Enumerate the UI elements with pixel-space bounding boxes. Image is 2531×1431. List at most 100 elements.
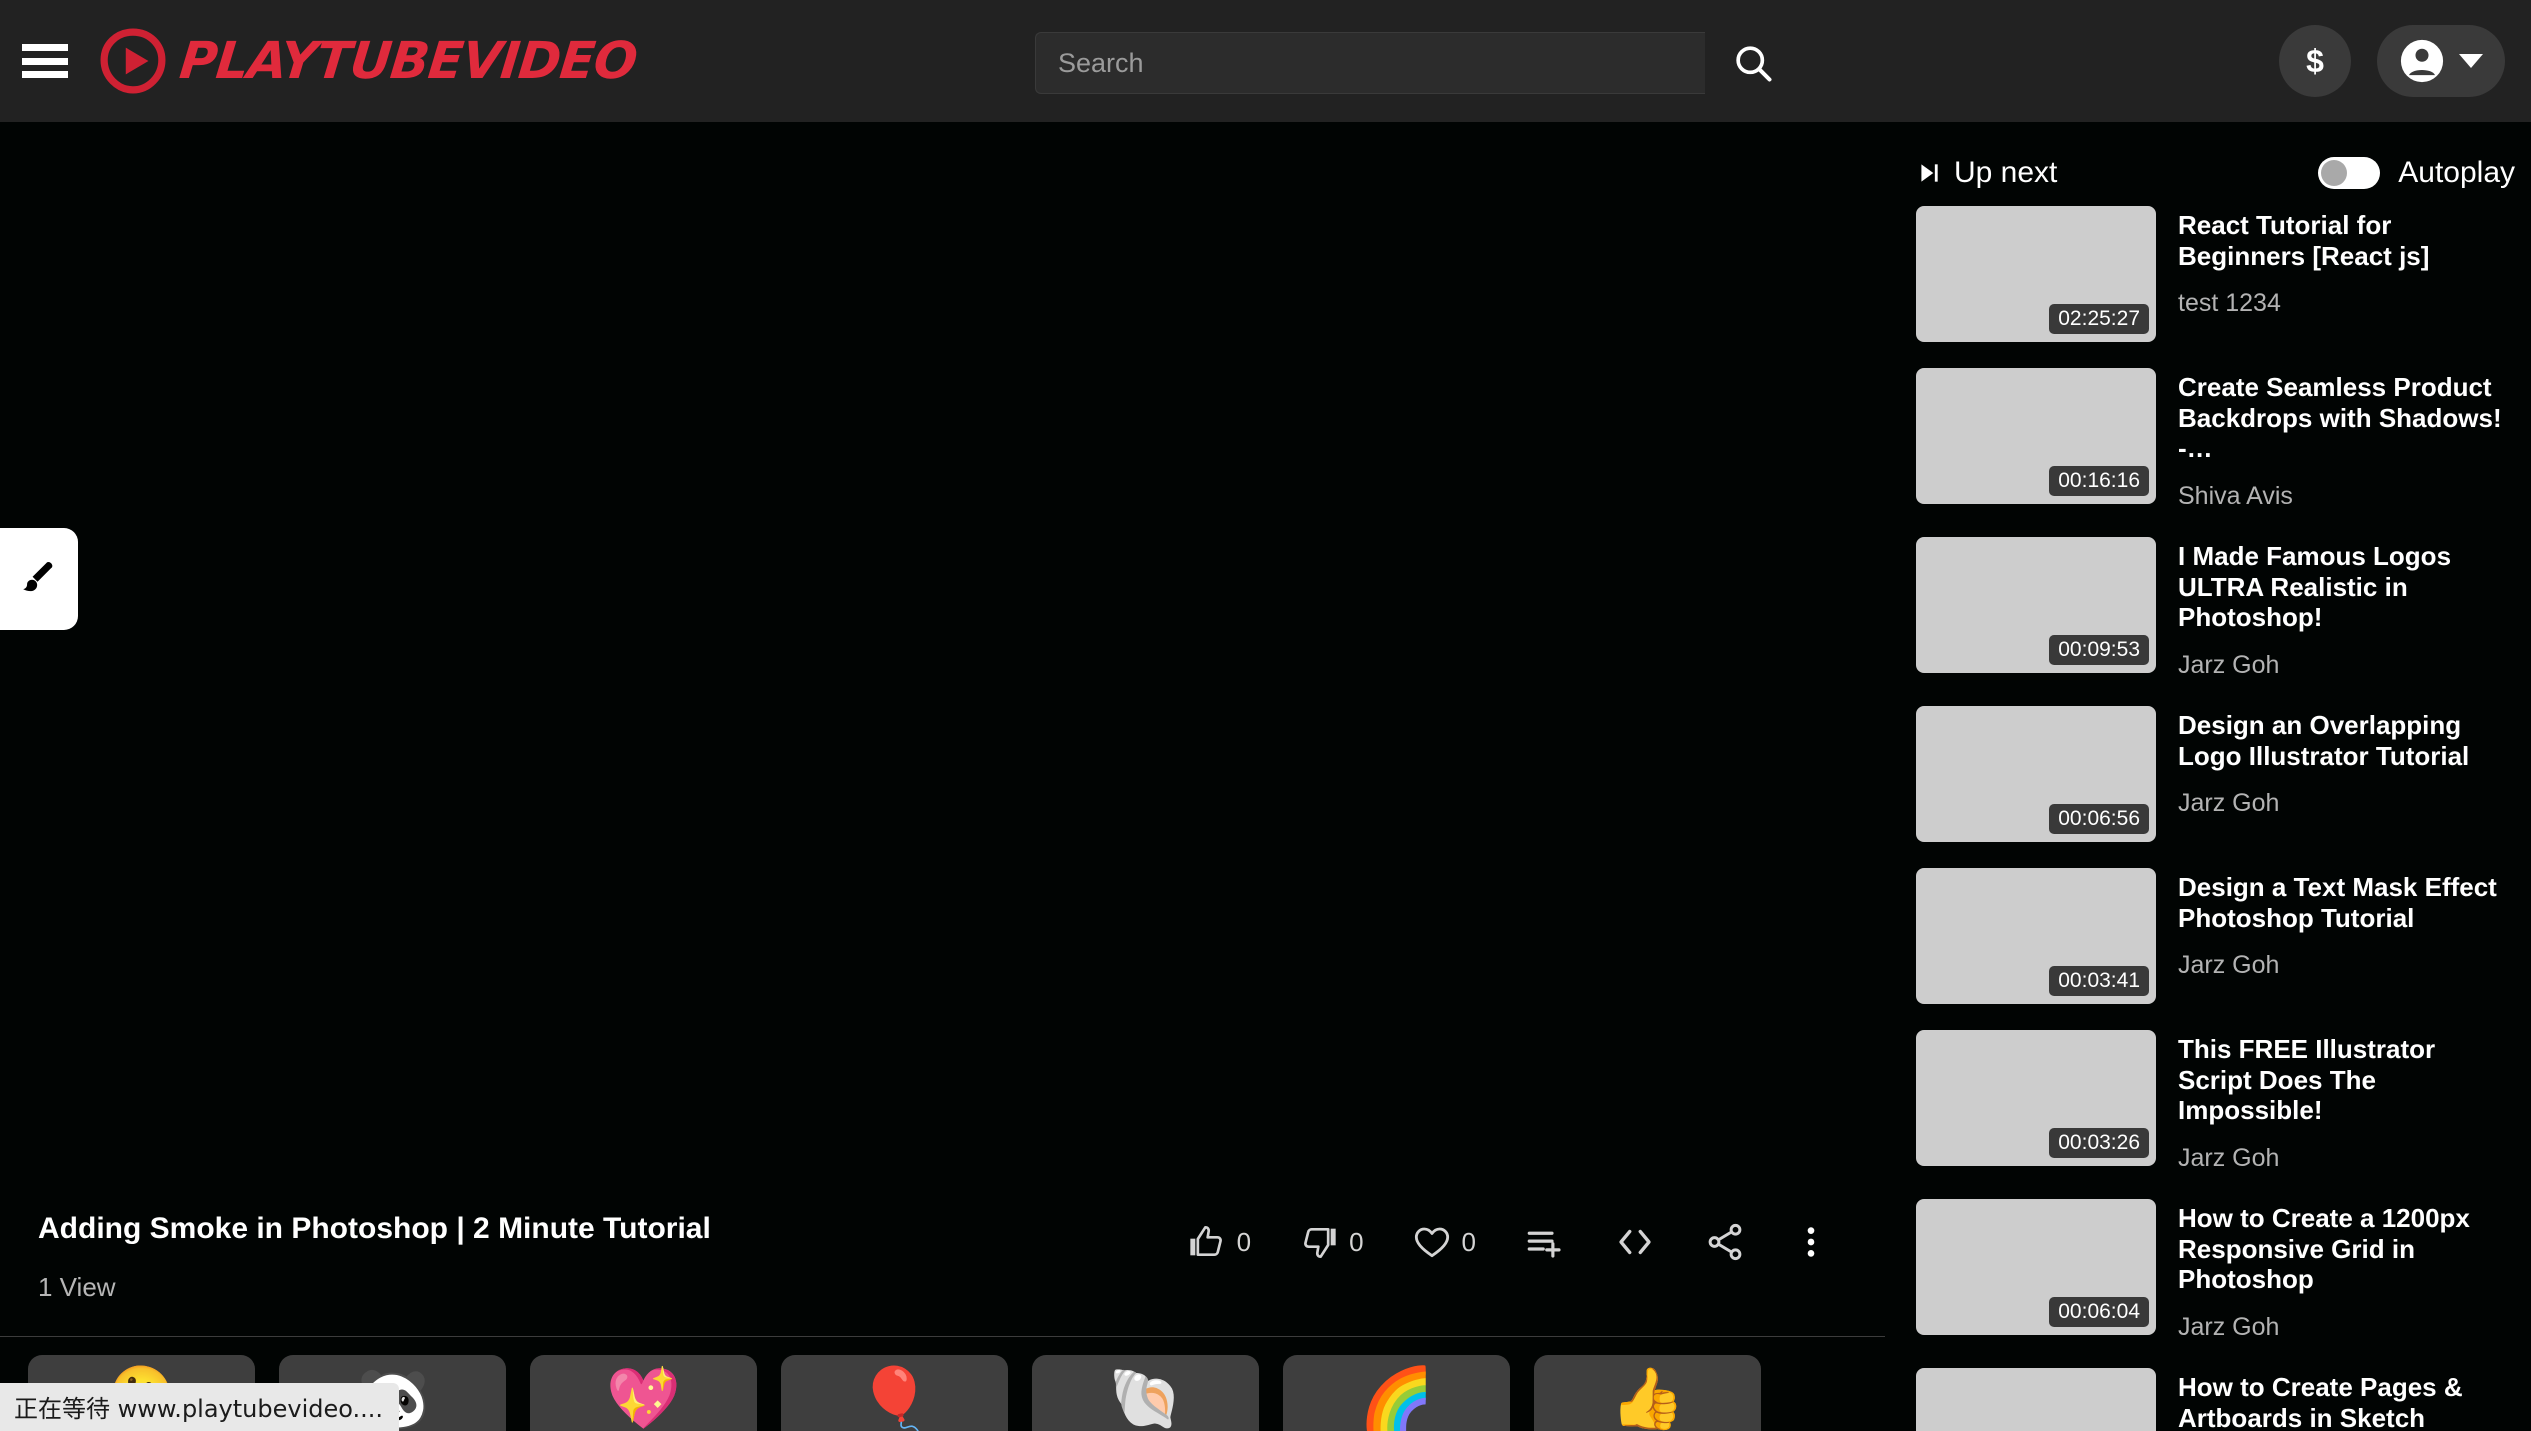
video-thumbnail[interactable]: 00:06:56 bbox=[1916, 706, 2156, 843]
code-embed-icon bbox=[1619, 1229, 1651, 1255]
favorite-count: 0 bbox=[1461, 1226, 1476, 1257]
video-thumbnail[interactable]: 00:09:53 bbox=[1916, 537, 2156, 674]
up-next-label: Up next bbox=[1954, 156, 2058, 189]
favorite-button[interactable]: 0 bbox=[1412, 1222, 1476, 1262]
list-item[interactable]: How to Create Pages & Artboards in Sketc… bbox=[1916, 1368, 2515, 1431]
video-duration: 00:09:53 bbox=[2049, 635, 2149, 666]
video-author: Jarz Goh bbox=[2178, 789, 2280, 818]
video-duration: 00:03:41 bbox=[2049, 966, 2149, 997]
dislike-count: 0 bbox=[1349, 1226, 1364, 1257]
dislike-button[interactable]: 0 bbox=[1299, 1222, 1364, 1262]
list-item[interactable]: 00:06:56 Design an Overlapping Logo Illu… bbox=[1916, 706, 2515, 843]
video-info: React Tutorial for Beginners [React js] … bbox=[2178, 206, 2515, 342]
embed-button[interactable] bbox=[1614, 1221, 1656, 1263]
wallet-button[interactable]: $ bbox=[2279, 25, 2351, 97]
sticker-heart-balloons[interactable]: 🎈 bbox=[781, 1355, 1008, 1431]
paint-brush-icon bbox=[23, 561, 53, 592]
hamburger-menu-icon[interactable] bbox=[22, 44, 68, 78]
search-bar bbox=[1035, 32, 1801, 94]
list-item[interactable]: 00:06:04 How to Create a 1200px Responsi… bbox=[1916, 1199, 2515, 1342]
search-icon bbox=[1736, 46, 1772, 82]
playlist-add-icon bbox=[1527, 1231, 1561, 1258]
sticker-be-happy[interactable]: 🌈 bbox=[1283, 1355, 1510, 1431]
more-vertical-icon bbox=[1807, 1227, 1815, 1257]
search-button[interactable] bbox=[1705, 32, 1801, 94]
account-menu-button[interactable] bbox=[2377, 25, 2505, 97]
share-icon bbox=[1708, 1223, 1742, 1261]
video-title: How to Create a 1200px Responsive Grid i… bbox=[2178, 1203, 2470, 1295]
video-info: Design an Overlapping Logo Illustrator T… bbox=[2178, 706, 2515, 842]
sidebar-header: Up next Autoplay bbox=[1916, 122, 2515, 206]
video-thumbnail[interactable]: 00:16:16 bbox=[1916, 368, 2156, 504]
autoplay-control: Autoplay bbox=[2318, 156, 2515, 190]
video-title: Create Seamless Product Backdrops with S… bbox=[2178, 372, 2502, 464]
video-duration: 02:25:27 bbox=[2049, 304, 2149, 334]
up-next-sidebar: Up next Autoplay 02:25:27 React Tutorial… bbox=[1890, 122, 2531, 1431]
video-thumbnail[interactable] bbox=[1916, 1368, 2156, 1431]
more-button[interactable] bbox=[1794, 1221, 1828, 1263]
video-duration: 00:06:56 bbox=[2049, 804, 2149, 835]
account-circle-icon bbox=[2400, 39, 2444, 83]
video-thumbnail[interactable]: 00:03:26 bbox=[1916, 1030, 2156, 1167]
sticker-thumbs-up[interactable]: 👍 bbox=[1534, 1355, 1761, 1431]
video-title: This FREE Illustrator Script Does The Im… bbox=[2178, 1034, 2436, 1126]
search-input[interactable] bbox=[1035, 32, 1705, 94]
video-view-count: 1 View bbox=[38, 1272, 116, 1302]
video-info: How to Create Pages & Artboards in Sketc… bbox=[2178, 1368, 2515, 1431]
sticker-pink-heart[interactable]: 💖 bbox=[530, 1355, 757, 1431]
share-button[interactable] bbox=[1704, 1221, 1746, 1263]
list-item[interactable]: 00:03:41 Design a Text Mask Effect Photo… bbox=[1916, 868, 2515, 1005]
video-player[interactable] bbox=[0, 122, 1890, 1179]
video-info: Design a Text Mask Effect Photoshop Tuto… bbox=[2178, 868, 2515, 1004]
video-thumbnail[interactable]: 02:25:27 bbox=[1916, 206, 2156, 342]
video-title: I Made Famous Logos ULTRA Realistic in P… bbox=[2178, 541, 2452, 633]
site-logo-text: PLAYTUBEVIDEO bbox=[176, 31, 640, 91]
like-count: 0 bbox=[1236, 1226, 1252, 1257]
theme-brush-tab[interactable] bbox=[0, 528, 78, 630]
list-item[interactable]: 02:25:27 React Tutorial for Beginners [R… bbox=[1916, 206, 2515, 342]
video-info: I Made Famous Logos ULTRA Realistic in P… bbox=[2178, 537, 2515, 680]
video-meta: Adding Smoke in Photoshop | 2 Minute Tut… bbox=[0, 1185, 1890, 1330]
play-logo-icon bbox=[100, 28, 166, 94]
browser-status-bar: 正在等待 www.playtubevideo.... bbox=[0, 1383, 400, 1431]
hamburger-bar bbox=[22, 44, 68, 51]
list-item[interactable]: 00:09:53 I Made Famous Logos ULTRA Reali… bbox=[1916, 537, 2515, 680]
heart-icon bbox=[1414, 1227, 1449, 1258]
site-logo[interactable]: PLAYTUBEVIDEO bbox=[100, 28, 639, 94]
playlist-button[interactable] bbox=[1524, 1221, 1566, 1263]
autoplay-toggle[interactable] bbox=[2318, 157, 2381, 189]
top-header: PLAYTUBEVIDEO $ bbox=[0, 0, 2531, 122]
video-title: Design an Overlapping Logo Illustrator T… bbox=[2178, 710, 2470, 771]
video-thumbnail[interactable]: 00:03:41 bbox=[1916, 868, 2156, 1005]
hamburger-bar bbox=[22, 71, 68, 78]
video-author: Jarz Goh bbox=[2178, 1144, 2280, 1173]
video-title: React Tutorial for Beginners [React js] bbox=[2178, 210, 2430, 271]
video-duration: 00:16:16 bbox=[2049, 466, 2149, 496]
skip-next-icon bbox=[1921, 164, 1938, 182]
video-author: Jarz Goh bbox=[2178, 951, 2280, 980]
sticker-pink-shell[interactable]: 🐚 bbox=[1032, 1355, 1259, 1431]
video-thumbnail[interactable]: 00:06:04 bbox=[1916, 1199, 2156, 1336]
chevron-down-icon bbox=[2459, 54, 2483, 68]
video-info: Create Seamless Product Backdrops with S… bbox=[2178, 368, 2515, 511]
list-item[interactable]: 00:03:26 This FREE Illustrator Script Do… bbox=[1916, 1030, 2515, 1173]
thumb-down-icon bbox=[1304, 1228, 1336, 1258]
video-info: This FREE Illustrator Script Does The Im… bbox=[2178, 1030, 2515, 1173]
video-author: Jarz Goh bbox=[2178, 651, 2280, 680]
video-author: test 1234 bbox=[2178, 289, 2281, 318]
thumb-up-icon bbox=[1189, 1226, 1222, 1256]
video-title: Design a Text Mask Effect Photoshop Tuto… bbox=[2178, 872, 2497, 933]
up-next-label-group: Up next bbox=[1916, 156, 2057, 190]
video-duration: 00:03:26 bbox=[2049, 1128, 2149, 1159]
autoplay-label: Autoplay bbox=[2398, 156, 2515, 189]
hamburger-bar bbox=[22, 57, 68, 65]
video-action-bar: 0 0 0 bbox=[1187, 1221, 1828, 1263]
meta-divider bbox=[0, 1336, 1885, 1337]
video-author: Shiva Avis bbox=[2178, 482, 2293, 511]
video-duration: 00:06:04 bbox=[2049, 1297, 2149, 1328]
video-title: How to Create Pages & Artboards in Sketc… bbox=[2178, 1372, 2463, 1431]
like-button[interactable]: 0 bbox=[1187, 1222, 1251, 1262]
list-item[interactable]: 00:16:16 Create Seamless Product Backdro… bbox=[1916, 368, 2515, 511]
dollar-icon: $ bbox=[2306, 42, 2324, 79]
header-actions: $ bbox=[2279, 25, 2505, 97]
